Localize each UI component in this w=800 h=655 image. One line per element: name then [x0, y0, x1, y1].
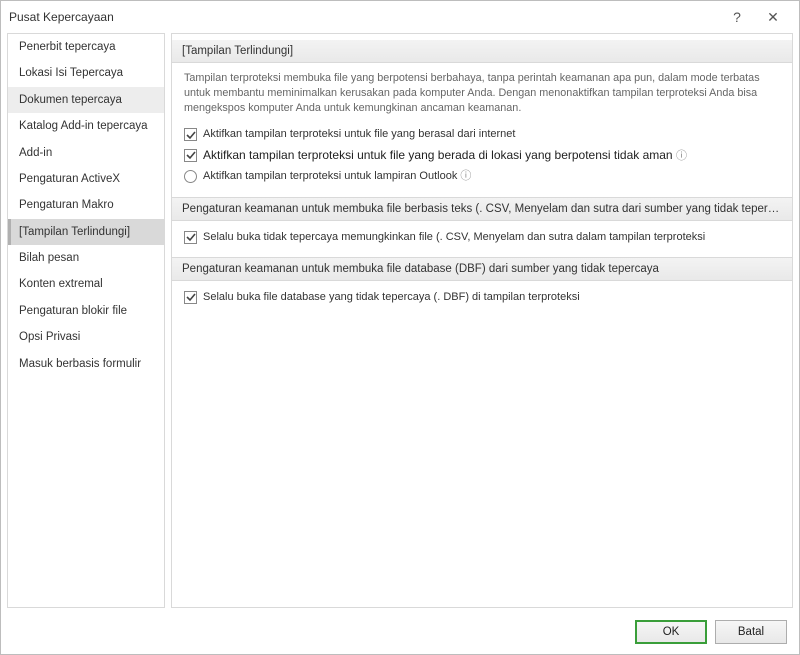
- sidebar: Penerbit tepercaya Lokasi Isi Tepercaya …: [7, 33, 165, 608]
- checkbox-row-internet-files[interactable]: Aktifkan tampilan terproteksi untuk file…: [172, 124, 792, 144]
- checkbox-row-untrusted-dbf-files[interactable]: Selalu buka file database yang tidak tep…: [172, 287, 792, 307]
- sidebar-item-label: Masuk berbasis formulir: [19, 358, 141, 370]
- info-icon: ⓘ: [676, 150, 687, 162]
- sidebar-item-label: Katalog Add-in tepercaya: [19, 120, 148, 132]
- sidebar-item-addins[interactable]: Add-in: [8, 140, 164, 166]
- sidebar-item-label: [Tampilan Terlindungi]: [19, 226, 130, 238]
- sidebar-item-privacy-options[interactable]: Opsi Privasi: [8, 324, 164, 350]
- sidebar-item-message-bar[interactable]: Bilah pesan: [8, 245, 164, 271]
- section-header-protected-view: [Tampilan Terlindungi]: [172, 40, 792, 63]
- sidebar-item-label: Pengaturan ActiveX: [19, 173, 120, 185]
- section-header-database-files: Pengaturan keamanan untuk membuka file d…: [172, 257, 792, 281]
- ok-button[interactable]: OK: [635, 620, 707, 644]
- cancel-button[interactable]: Batal: [715, 620, 787, 644]
- help-button[interactable]: ?: [719, 3, 755, 31]
- checkbox-checked-icon: [184, 128, 197, 141]
- sidebar-item-trusted-locations[interactable]: Lokasi Isi Tepercaya: [8, 60, 164, 86]
- sidebar-item-protected-view[interactable]: [Tampilan Terlindungi]: [8, 219, 164, 245]
- sidebar-item-external-content[interactable]: Konten extremal: [8, 271, 164, 297]
- close-button[interactable]: ✕: [755, 3, 791, 31]
- window-title: Pusat Kepercayaan: [9, 10, 114, 24]
- sidebar-item-trusted-documents[interactable]: Dokumen tepercaya: [8, 87, 164, 113]
- checkbox-label: Selalu buka tidak tepercaya memungkinkan…: [203, 230, 780, 244]
- checkbox-row-unsafe-locations[interactable]: Aktifkan tampilan terproteksi untuk file…: [172, 145, 792, 167]
- button-label: OK: [663, 626, 680, 638]
- trust-center-window: Pusat Kepercayaan ? ✕ Penerbit tepercaya…: [0, 0, 800, 655]
- sidebar-item-label: Penerbit tepercaya: [19, 41, 116, 53]
- protected-view-description: Tampilan terproteksi membuka file yang b…: [172, 63, 792, 118]
- checkbox-checked-icon: [184, 231, 197, 244]
- checkbox-row-outlook-attachments[interactable]: Aktifkan tampilan terproteksi untuk lamp…: [172, 166, 792, 186]
- checkbox-checked-icon: [184, 149, 197, 162]
- sidebar-item-activex-settings[interactable]: Pengaturan ActiveX: [8, 166, 164, 192]
- sidebar-item-form-based-sign-in[interactable]: Masuk berbasis formulir: [8, 351, 164, 377]
- sidebar-item-label: Add-in: [19, 147, 52, 159]
- sidebar-item-file-block-settings[interactable]: Pengaturan blokir file: [8, 298, 164, 324]
- sidebar-item-trusted-publishers[interactable]: Penerbit tepercaya: [8, 34, 164, 60]
- sidebar-item-label: Bilah pesan: [19, 252, 79, 264]
- sidebar-item-label: Pengaturan Makro: [19, 199, 114, 211]
- sidebar-item-label: Lokasi Isi Tepercaya: [19, 67, 123, 79]
- checkbox-checked-icon: [184, 291, 197, 304]
- button-label: Batal: [738, 626, 764, 638]
- sidebar-item-macro-settings[interactable]: Pengaturan Makro: [8, 192, 164, 218]
- checkbox-label: Aktifkan tampilan terproteksi untuk file…: [203, 127, 780, 141]
- sidebar-item-label: Dokumen tepercaya: [19, 94, 122, 106]
- sidebar-item-label: Konten extremal: [19, 278, 103, 290]
- checkbox-label: Aktifkan tampilan terproteksi untuk lamp…: [203, 169, 780, 183]
- radio-unchecked-icon: [184, 170, 197, 183]
- help-icon: ?: [733, 9, 741, 25]
- sidebar-item-trusted-addin-catalogs[interactable]: Katalog Add-in tepercaya: [8, 113, 164, 139]
- info-icon: ⓘ: [460, 170, 471, 182]
- sidebar-item-label: Pengaturan blokir file: [19, 305, 127, 317]
- section-header-text-files: Pengaturan keamanan untuk membuka file b…: [172, 197, 792, 221]
- checkbox-label: Aktifkan tampilan terproteksi untuk file…: [203, 148, 780, 164]
- checkbox-label: Selalu buka file database yang tidak tep…: [203, 290, 780, 304]
- titlebar: Pusat Kepercayaan ? ✕: [1, 1, 799, 33]
- dialog-footer: OK Batal: [1, 610, 799, 654]
- content-area: Penerbit tepercaya Lokasi Isi Tepercaya …: [1, 33, 799, 610]
- main-panel: [Tampilan Terlindungi] Tampilan terprote…: [171, 33, 793, 608]
- checkbox-row-untrusted-text-files[interactable]: Selalu buka tidak tepercaya memungkinkan…: [172, 227, 792, 247]
- sidebar-item-label: Opsi Privasi: [19, 331, 80, 343]
- close-icon: ✕: [767, 9, 779, 26]
